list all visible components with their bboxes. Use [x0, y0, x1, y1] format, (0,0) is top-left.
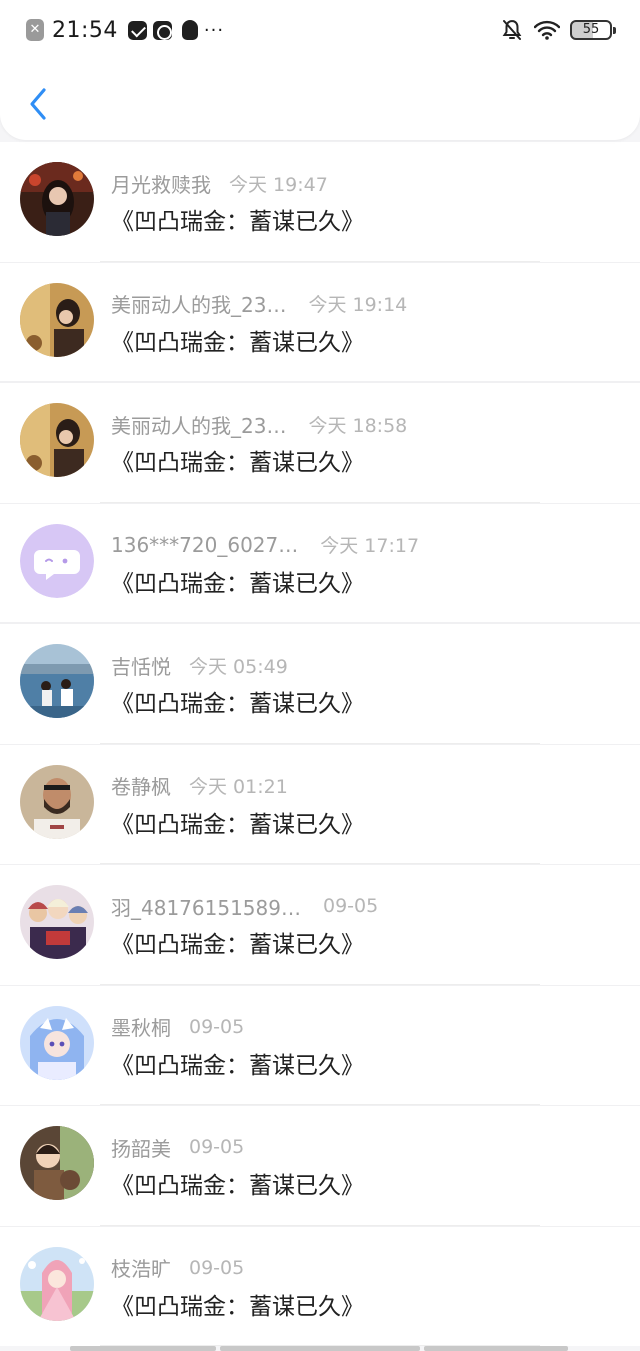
message-item[interactable]: 136***720_6027… 今天 17:17 《凹凸瑞金：蓄谋已久》: [0, 503, 640, 623]
message-content: 《凹凸瑞金：蓄谋已久》: [111, 1293, 364, 1320]
message-list: 月光救赎我 今天 19:47 《凹凸瑞金：蓄谋已久》 美丽动人的我_23… 今天…: [0, 142, 640, 1346]
divider: [100, 260, 540, 262]
video-app-icon: [152, 20, 172, 40]
message-content: 《凹凸瑞金：蓄谋已久》: [111, 932, 364, 958]
mute-bell-icon: [502, 19, 522, 40]
message-time: 09-05: [189, 1136, 245, 1158]
divider: [100, 742, 540, 744]
sender-name: 吉恬悦: [111, 654, 171, 679]
message-content: 《凹凸瑞金：蓄谋已久》: [111, 209, 364, 235]
avatar[interactable]: [20, 764, 94, 839]
message-content: 《凹凸瑞金：蓄谋已久》: [111, 691, 364, 717]
message-content: 《凹凸瑞金：蓄谋已久》: [111, 450, 364, 476]
sender-name: 墨秋桐: [111, 1016, 171, 1040]
divider: [100, 501, 540, 503]
divider: [100, 1224, 540, 1226]
sender-name: 羽_48176151589…: [111, 895, 301, 920]
sender-name: 扬韶美: [111, 1136, 171, 1161]
message-item[interactable]: 羽_48176151589… 09-05 《凹凸瑞金：蓄谋已久》: [0, 865, 640, 985]
avatar[interactable]: [20, 162, 94, 236]
qq-icon: [181, 20, 198, 40]
battery-indicator: 55: [570, 20, 616, 40]
sender-name: 枝浩旷: [111, 1257, 171, 1281]
message-item[interactable]: 吉恬悦 今天 05:49 《凹凸瑞金：蓄谋已久》: [0, 624, 640, 744]
message-time: 今天 05:49: [189, 655, 288, 678]
wifi-icon: [534, 20, 560, 40]
message-item[interactable]: 月光救赎我 今天 19:47 《凹凸瑞金：蓄谋已久》: [0, 142, 640, 262]
avatar[interactable]: [20, 403, 94, 477]
notification-app-icon: [127, 20, 147, 40]
divider: [100, 983, 540, 985]
message-item[interactable]: 美丽动人的我_23… 今天 18:58 《凹凸瑞金：蓄谋已久》: [0, 383, 640, 503]
status-time: 21:54: [52, 17, 118, 43]
sender-name: 美丽动人的我_23…: [111, 413, 287, 438]
battery-level: 55: [582, 22, 600, 37]
divider: [0, 622, 640, 623]
back-button[interactable]: [20, 82, 56, 126]
avatar[interactable]: [20, 282, 94, 357]
close-notification-icon: ✕: [26, 19, 44, 41]
message-time: 今天 01:21: [189, 776, 288, 798]
message-time: 09-05: [189, 1015, 245, 1038]
message-time: 今天 18:58: [308, 414, 408, 437]
default-avatar-icon[interactable]: [20, 523, 94, 598]
chevron-left-icon: [30, 88, 46, 120]
message-content: 《凹凸瑞金：蓄谋已久》: [111, 329, 364, 356]
message-content: 《凹凸瑞金：蓄谋已久》: [111, 1052, 364, 1079]
bottom-scroll-indicator: [70, 1346, 570, 1351]
message-item[interactable]: 枝浩旷 09-05 《凹凸瑞金：蓄谋已久》: [0, 1226, 640, 1346]
avatar[interactable]: [20, 1246, 94, 1321]
sender-name: 月光救赎我: [111, 172, 211, 197]
screen: ✕ 21:54 ··· 55 月光救赎我 今天 19:47 《凹凸瑞金：蓄谋已久…: [0, 0, 640, 1351]
avatar[interactable]: [20, 885, 94, 959]
message-time: 今天 19:14: [308, 294, 408, 316]
message-item[interactable]: 卷静枫 今天 01:21 《凹凸瑞金：蓄谋已久》: [0, 744, 640, 864]
message-time: 今天 19:47: [229, 173, 328, 196]
header: ✕ 21:54 ··· 55: [0, 0, 640, 140]
avatar[interactable]: [20, 644, 94, 718]
message-content: 《凹凸瑞金：蓄谋已久》: [111, 1173, 364, 1199]
more-notifications-icon: ···: [203, 19, 225, 41]
message-item[interactable]: 扬韶美 09-05 《凹凸瑞金：蓄谋已久》: [0, 1106, 640, 1226]
message-item[interactable]: 美丽动人的我_23… 今天 19:14 《凹凸瑞金：蓄谋已久》: [0, 262, 640, 382]
divider: [0, 381, 640, 382]
sender-name: 136***720_6027…: [111, 532, 299, 557]
status-bar: ✕ 21:54 ··· 55: [0, 0, 640, 58]
message-time: 今天 17:17: [320, 535, 420, 557]
sender-name: 卷静枫: [111, 775, 171, 799]
message-item[interactable]: 墨秋桐 09-05 《凹凸瑞金：蓄谋已久》: [0, 985, 640, 1105]
avatar[interactable]: [20, 1126, 94, 1200]
message-content: 《凹凸瑞金：蓄谋已久》: [111, 570, 364, 597]
message-content: 《凹凸瑞金：蓄谋已久》: [111, 811, 364, 838]
divider: [100, 863, 540, 864]
message-time: 09-05: [322, 895, 379, 917]
sender-name: 美丽动人的我_23…: [111, 293, 287, 317]
message-time: 09-05: [189, 1256, 245, 1279]
divider: [100, 1104, 540, 1105]
avatar[interactable]: [20, 1005, 94, 1080]
